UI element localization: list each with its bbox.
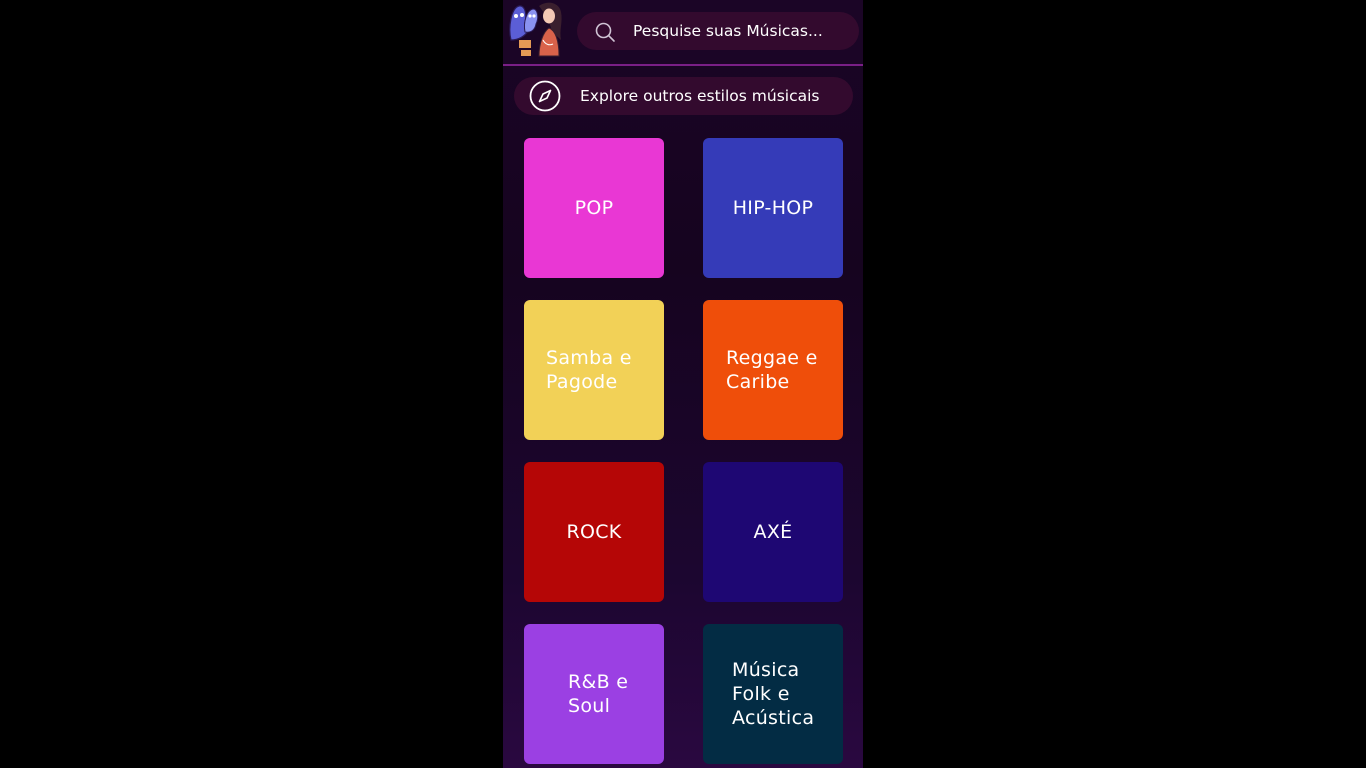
app-screen: Explore outros estilos músicais POP HIP-… xyxy=(503,0,863,768)
genre-label: ROCK xyxy=(566,521,622,543)
genre-label: R&B e Soul xyxy=(568,671,629,717)
genre-label: Reggae e Caribe xyxy=(726,347,818,393)
explore-styles-label: Explore outros estilos músicais xyxy=(580,87,820,105)
genre-label: AXÉ xyxy=(753,521,793,543)
genre-label: Música Folk e Acústica xyxy=(732,659,815,729)
genre-label: HIP-HOP xyxy=(732,197,814,219)
genre-tile-samba-pagode[interactable]: Samba e Pagode xyxy=(524,300,664,440)
genre-label: Samba e Pagode xyxy=(546,347,632,393)
explore-styles-button[interactable]: Explore outros estilos músicais xyxy=(514,77,853,115)
genre-tile-axe[interactable]: AXÉ xyxy=(703,462,843,602)
genre-tile-rock[interactable]: ROCK xyxy=(524,462,664,602)
genre-tile-rnb-soul[interactable]: R&B e Soul xyxy=(524,624,664,764)
genre-tile-reggae-caribe[interactable]: Reggae e Caribe xyxy=(703,300,843,440)
search-bar[interactable] xyxy=(577,12,859,50)
app-logo[interactable] xyxy=(505,0,571,62)
genre-tile-pop[interactable]: POP xyxy=(524,138,664,278)
search-icon[interactable] xyxy=(594,21,616,43)
search-input[interactable] xyxy=(633,12,853,50)
top-bar xyxy=(503,0,863,66)
genre-tile-folk-acustica[interactable]: Música Folk e Acústica xyxy=(703,624,843,764)
genre-label: POP xyxy=(574,197,614,219)
genre-tile-hip-hop[interactable]: HIP-HOP xyxy=(703,138,843,278)
compass-icon xyxy=(529,80,561,112)
